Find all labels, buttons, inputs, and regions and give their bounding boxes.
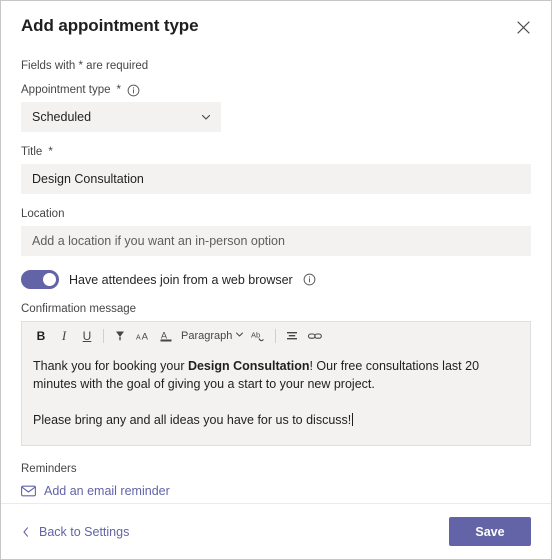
reminders-label: Reminders — [21, 463, 77, 475]
message-text-line2: Please bring any and all ideas you have … — [33, 413, 352, 427]
mail-icon — [21, 485, 36, 497]
close-icon[interactable] — [509, 13, 537, 41]
appointment-type-select[interactable]: Scheduled — [21, 102, 221, 132]
required-fields-note: Fields with * are required — [21, 60, 149, 72]
text-caret — [352, 413, 354, 426]
dialog-footer: Back to Settings Save — [1, 503, 551, 559]
back-to-settings-link[interactable]: Back to Settings — [21, 525, 129, 539]
add-appointment-type-dialog: Add appointment type Fields with * are r… — [0, 0, 552, 560]
link-icon[interactable] — [304, 325, 326, 347]
reminders-section: Reminders Add an email reminder — [21, 462, 531, 503]
svg-text:A: A — [161, 330, 167, 340]
spell-check-icon[interactable]: Ab — [248, 325, 270, 347]
chevron-down-icon — [200, 111, 212, 123]
message-text-pre: Thank you for booking your — [33, 359, 188, 373]
bold-icon[interactable]: B — [30, 325, 52, 347]
toggle-knob — [43, 273, 56, 286]
align-icon[interactable] — [281, 325, 303, 347]
location-label-row: Location — [21, 207, 531, 221]
info-circle-icon[interactable] — [303, 273, 316, 286]
web-browser-toggle[interactable] — [21, 270, 59, 289]
add-email-reminder-label: Add an email reminder — [44, 484, 170, 498]
font-color-icon[interactable]: A — [155, 325, 177, 347]
location-label: Location — [21, 208, 65, 220]
field-title: Title * Design Consultation — [21, 145, 531, 194]
web-browser-toggle-label: Have attendees join from a web browser — [69, 272, 293, 287]
field-confirmation-message: Confirmation message B I U A A A Paragra… — [21, 302, 531, 446]
message-paragraph-1: Thank you for booking your Design Consul… — [33, 357, 519, 393]
chevron-down-icon — [235, 330, 244, 342]
required-asterisk: * — [48, 146, 53, 158]
chevron-left-icon — [21, 526, 31, 538]
field-appointment-type: Appointment type * Scheduled — [21, 83, 531, 132]
editor-toolbar: B I U A A A Paragraph Ab — [22, 322, 530, 349]
confirmation-message-label: Confirmation message — [21, 303, 137, 315]
title-label: Title — [21, 146, 43, 158]
underline-icon[interactable]: U — [76, 325, 98, 347]
message-text-bold: Design Consultation — [187, 359, 310, 373]
toolbar-divider — [103, 328, 104, 343]
paragraph-style-dropdown[interactable]: Paragraph — [178, 325, 247, 347]
info-circle-icon[interactable] — [127, 84, 140, 97]
font-size-icon[interactable]: A A — [132, 325, 154, 347]
highlight-icon[interactable] — [109, 325, 131, 347]
page-title: Add appointment type — [21, 16, 199, 35]
required-asterisk: * — [116, 84, 121, 96]
italic-icon[interactable]: I — [53, 325, 75, 347]
dialog-body: Fields with * are required Appointment t… — [1, 51, 551, 503]
message-paragraph-2: Please bring any and all ideas you have … — [33, 411, 519, 429]
add-email-reminder-link[interactable]: Add an email reminder — [21, 484, 170, 498]
title-input[interactable]: Design Consultation — [21, 164, 531, 194]
rich-text-editor: B I U A A A Paragraph Ab Thank you for b… — [21, 321, 531, 446]
paragraph-style-label: Paragraph — [181, 329, 233, 342]
message-blank-line — [33, 393, 519, 411]
confirmation-message-label-row: Confirmation message — [21, 302, 531, 316]
back-to-settings-label: Back to Settings — [39, 524, 130, 539]
toolbar-divider — [275, 328, 277, 343]
appointment-type-label: Appointment type — [21, 84, 111, 96]
title-label-row: Title * — [21, 145, 531, 159]
dialog-header: Add appointment type — [1, 1, 551, 51]
appointment-type-label-row: Appointment type * — [21, 83, 531, 97]
web-browser-toggle-row: Have attendees join from a web browser — [21, 270, 531, 289]
svg-text:Ab: Ab — [251, 330, 260, 339]
svg-text:A: A — [141, 331, 148, 342]
save-button[interactable]: Save — [449, 517, 531, 546]
svg-text:A: A — [136, 334, 141, 341]
confirmation-message-input[interactable]: Thank you for booking your Design Consul… — [22, 349, 530, 445]
appointment-type-value: Scheduled — [32, 109, 92, 124]
field-location: Location Add a location if you want an i… — [21, 207, 531, 256]
location-input[interactable]: Add a location if you want an in-person … — [21, 226, 531, 256]
